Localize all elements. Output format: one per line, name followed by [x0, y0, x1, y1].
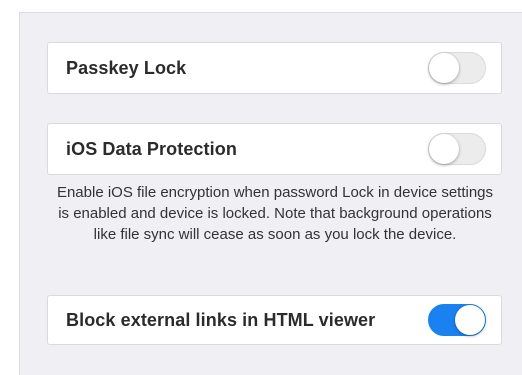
- ios-data-protection-label: iOS Data Protection: [66, 138, 237, 159]
- passkey-lock-row: Passkey Lock: [47, 42, 502, 94]
- block-external-links-label: Block external links in HTML viewer: [66, 309, 376, 330]
- passkey-lock-toggle[interactable]: [428, 52, 486, 84]
- block-external-links-toggle[interactable]: [428, 304, 486, 336]
- ios-data-protection-row: iOS Data Protection: [47, 123, 502, 175]
- ios-data-protection-toggle[interactable]: [428, 133, 486, 165]
- ios-data-protection-footnote: Enable iOS file encryption when password…: [56, 184, 494, 243]
- toggle-knob: [455, 305, 485, 335]
- toggle-knob: [429, 134, 459, 164]
- passkey-lock-label: Passkey Lock: [66, 57, 187, 78]
- toggle-knob: [429, 53, 459, 83]
- block-external-links-row: Block external links in HTML viewer: [47, 295, 502, 345]
